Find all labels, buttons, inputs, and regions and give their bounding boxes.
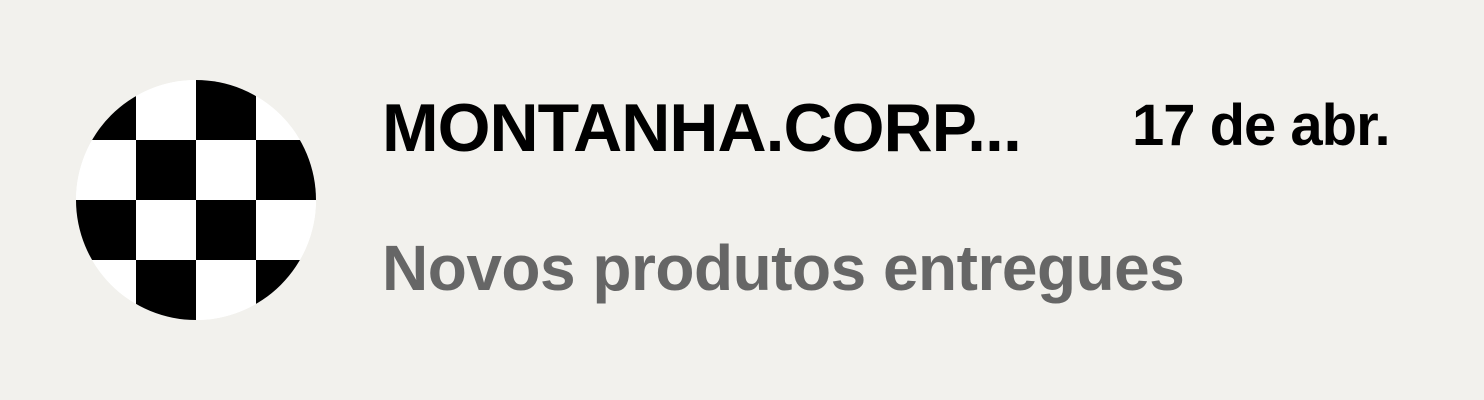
checkerboard-logo-icon <box>76 80 316 320</box>
avatar <box>76 80 316 320</box>
notification-item[interactable]: MONTANHA.CORP... 17 de abr. Novos produt… <box>0 0 1484 400</box>
sender-name: MONTANHA.CORP... <box>382 90 1022 166</box>
notification-date: 17 de abr. <box>1132 93 1391 158</box>
notification-subject: Novos produtos entregues <box>382 232 1185 304</box>
